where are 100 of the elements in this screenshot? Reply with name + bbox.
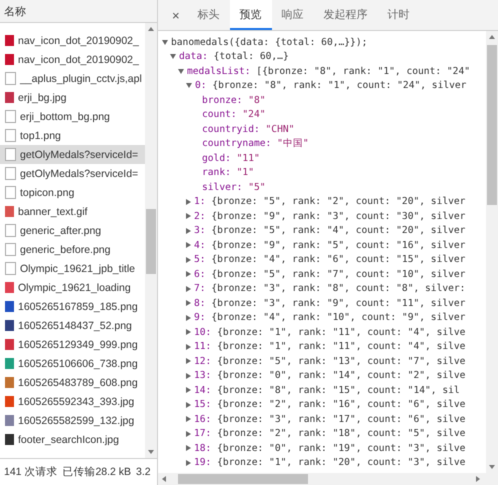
property-value: "8"	[248, 94, 266, 106]
property-key: rank:	[202, 167, 231, 178]
scrollbar[interactable]	[145, 23, 157, 458]
property-value: {bronze: "0", rank: "19", count: "3", silve	[217, 442, 466, 454]
request-row[interactable]: 1605265167859_185.png	[0, 297, 145, 316]
collapsed-triangle-icon[interactable]	[186, 430, 191, 437]
request-row[interactable]: topicon.png	[0, 183, 145, 202]
property-value: {bronze: "4", rank: "6", count: "15", silver	[211, 254, 466, 266]
request-name: 1605265592343_393.jpg	[18, 396, 134, 408]
request-row[interactable]: getOlyMedals?serviceId=	[0, 145, 145, 164]
request-name: getOlyMedals?serviceId=	[20, 148, 138, 160]
request-name: getOlyMedals?serviceId=	[20, 168, 138, 180]
request-row[interactable]: Olympic_19621_loading	[0, 278, 145, 297]
property-key: silver:	[202, 182, 242, 193]
request-row[interactable]: generic_after.png	[0, 221, 145, 240]
status-text: 3.2	[136, 466, 151, 478]
request-row[interactable]: erji_bottom_bg.png	[0, 107, 145, 126]
request-row[interactable]: 1605265129349_999.png	[0, 335, 145, 354]
collapsed-triangle-icon[interactable]	[186, 286, 191, 292]
request-row[interactable]: Olympic_19621_jpb_title	[0, 259, 145, 278]
expanded-triangle-icon[interactable]	[170, 54, 176, 60]
request-row[interactable]: erji_bg.jpg	[0, 88, 145, 107]
request-row[interactable]: top1.png	[0, 126, 145, 145]
file-icon	[5, 224, 16, 237]
property-key: 18:	[194, 442, 212, 454]
property-value: {bronze: "3", rank: "9", count: "11", silver	[211, 298, 466, 309]
property-key: 9:	[194, 312, 206, 324]
property-value: "1"	[236, 167, 254, 178]
property-key: 13:	[194, 370, 212, 382]
column-header: 名称	[4, 4, 26, 18]
request-name: 1605265483789_608.png	[18, 376, 138, 388]
request-row[interactable]: nav_icon_dot_20190902_	[0, 50, 145, 69]
request-name: nav_icon_dot_20190902_	[18, 54, 139, 66]
collapsed-triangle-icon[interactable]	[186, 372, 191, 379]
collapsed-triangle-icon[interactable]	[186, 445, 191, 452]
request-row[interactable]: nav_icon_dot_20190902_	[0, 31, 145, 50]
request-name: nav_icon_dot_20190902_	[18, 34, 139, 46]
expanded-triangle-icon[interactable]	[178, 68, 184, 74]
file-icon	[5, 262, 16, 275]
collapsed-triangle-icon[interactable]	[186, 344, 191, 350]
horizontal-scrollbar[interactable]	[158, 473, 498, 485]
property-value: {bronze: "4", rank: "10", count: "9", silver	[211, 312, 466, 324]
request-row[interactable]: getOlyMedals?serviceId=	[0, 164, 145, 183]
property-key: countryname:	[202, 138, 272, 150]
expanded-triangle-icon[interactable]	[162, 40, 168, 45]
request-row[interactable]: 1605265148437_52.png	[0, 316, 145, 335]
tab[interactable]: 响应	[272, 0, 314, 30]
file-icon	[5, 129, 16, 142]
property-key: 3:	[194, 225, 206, 236]
property-value: {bronze: "5", rank: "2", count: "20", silver	[211, 196, 466, 208]
request-row[interactable]: 1605265106606_738.png	[0, 354, 145, 373]
tab[interactable]: 预览	[230, 0, 272, 30]
property-value: {total: 60,…}	[214, 51, 289, 62]
collapsed-triangle-icon[interactable]	[186, 300, 191, 306]
scrollbar[interactable]	[486, 31, 498, 473]
collapsed-triangle-icon[interactable]	[186, 402, 191, 408]
property-key: 19:	[194, 457, 212, 468]
tab[interactable]: 发起程序	[314, 0, 378, 30]
request-name: 1605265106606_738.png	[18, 358, 138, 370]
property-key: 16:	[194, 414, 212, 425]
property-value: {bronze: "0", rank: "14", count: "2", silve	[217, 370, 466, 382]
collapsed-triangle-icon[interactable]	[186, 256, 191, 263]
request-row[interactable]: footer_searchIcon.jpg	[0, 430, 145, 449]
tab[interactable]: 标头	[188, 0, 230, 30]
request-name: __aplus_plugin_cctv.js,apl	[20, 72, 142, 84]
collapsed-triangle-icon[interactable]	[186, 213, 191, 220]
property-key: 14:	[194, 384, 212, 396]
request-row[interactable]: generic_before.png	[0, 240, 145, 259]
collapsed-triangle-icon[interactable]	[186, 358, 191, 364]
collapsed-triangle-icon[interactable]	[186, 329, 191, 336]
request-name: top1.png	[20, 130, 61, 142]
collapsed-triangle-icon[interactable]	[186, 198, 191, 205]
property-value: "CHN"	[266, 124, 294, 135]
request-name: 1605265148437_52.png	[18, 320, 132, 332]
request-name: banner_text.gif	[18, 206, 88, 218]
collapsed-triangle-icon[interactable]	[186, 242, 191, 248]
request-row[interactable]: banner_text.gif	[0, 202, 145, 221]
collapsed-triangle-icon[interactable]	[186, 416, 191, 422]
property-value: "11"	[236, 152, 260, 164]
property-key: bronze:	[202, 94, 242, 106]
property-key: 0:	[195, 80, 207, 92]
request-row[interactable]: 1605265483789_608.png	[0, 373, 145, 392]
property-value: {bronze: "5", rank: "13", count: "7", silve	[217, 356, 466, 367]
request-row[interactable]: __aplus_plugin_cctv.js,apl	[0, 69, 145, 88]
tab[interactable]: 计时	[378, 0, 420, 30]
status-text: 141 次请求	[4, 465, 58, 479]
collapsed-triangle-icon[interactable]	[186, 387, 191, 394]
collapsed-triangle-icon[interactable]	[186, 228, 191, 234]
request-row[interactable]: 1605265592343_393.jpg	[0, 392, 145, 411]
collapsed-triangle-icon[interactable]	[186, 460, 191, 466]
collapsed-triangle-icon[interactable]	[186, 314, 191, 321]
property-key: 6:	[194, 268, 206, 280]
property-key: countryid:	[202, 124, 260, 135]
property-value: {bronze: "1", rank: "11", count: "4", silve	[217, 326, 466, 338]
collapsed-triangle-icon[interactable]	[186, 271, 191, 278]
expanded-triangle-icon[interactable]	[186, 83, 192, 88]
request-name: 1605265129349_999.png	[18, 338, 138, 350]
request-row[interactable]: 1605265582599_132.jpg	[0, 411, 145, 430]
close-button[interactable]: ×	[164, 0, 188, 30]
property-value: {bronze: "8", rank: "1", count: "24", silver	[212, 80, 466, 92]
